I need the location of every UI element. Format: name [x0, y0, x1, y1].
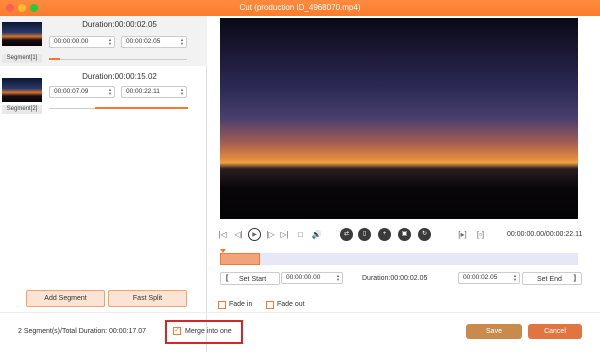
bracket-close-icon: ]	[573, 275, 576, 282]
trim-duration: Duration:00:00:02.05	[362, 275, 428, 282]
segment-item[interactable]: Segment[2] Duration:00:00:15.02 00:00:07…	[0, 68, 207, 118]
cancel-button[interactable]: Cancel	[528, 324, 582, 339]
segment-panel: ✕ ⌃⌄ Segment[1] Duration:00:00:02.05 00:…	[0, 16, 207, 352]
segment-thumbnail	[2, 78, 42, 102]
stepper-icon[interactable]: ▲ ▼	[180, 88, 184, 96]
fade-in-label: Fade in	[229, 301, 253, 308]
stepper-icon[interactable]: ▲ ▼	[336, 274, 340, 282]
fade-out-checkbox[interactable]	[266, 301, 274, 309]
segment-range-fill	[94, 107, 189, 109]
playback-controls: |◁ ◁| ▶ |▷ ▷| □ 🔊 ⇄ ▯ + ▣ ↻ [▸] [▫] 00:0…	[216, 228, 591, 242]
stop-icon[interactable]: □	[294, 228, 307, 241]
set-start-button[interactable]: [ Set Start	[220, 272, 280, 285]
segment-summary: 2 Segment(s)/Total Duration: 00:00:17.07	[18, 328, 147, 335]
add-segment-button[interactable]: Add Segment	[26, 290, 105, 307]
bracket-open-icon: [	[226, 275, 229, 282]
fast-split-button[interactable]: Fast Split	[108, 290, 187, 307]
time-display: 00:00:00.00/00:00:22.11	[507, 231, 583, 238]
set-end-button[interactable]: Set End ]	[522, 272, 582, 285]
merge-checkbox[interactable]: ✓	[173, 327, 181, 335]
volume-icon[interactable]: 🔊	[310, 228, 323, 241]
end-time-field[interactable]: 00:00:02.05 ▲ ▼	[458, 272, 520, 284]
segment-range-fill	[49, 58, 61, 60]
segment-range-track	[49, 59, 187, 60]
skip-to-start-icon[interactable]: |◁	[216, 228, 229, 241]
segment-start-field[interactable]: 00:00:00.00 ▲ ▼	[49, 36, 115, 48]
timeline-bar[interactable]	[220, 249, 578, 265]
mark-out-icon[interactable]: [▫]	[474, 228, 487, 241]
window-title: Cut (production ID_4968070.mp4)	[239, 3, 361, 12]
segment-start-field[interactable]: 00:00:07.09 ▲ ▼	[49, 86, 115, 98]
segment-end-field[interactable]: 00:00:02.05 ▲ ▼	[121, 36, 187, 48]
trim-row: [ Set Start 00:00:00.00 ▲ ▼ Duration:00:00…	[216, 272, 584, 286]
step-forward-icon[interactable]: |▷	[264, 228, 277, 241]
step-back-icon[interactable]: ◁|	[232, 228, 245, 241]
segment-duration: Duration:00:00:02.05	[82, 20, 157, 29]
reset-icon[interactable]: ↻	[418, 228, 431, 241]
stepper-icon[interactable]: ▲ ▼	[108, 88, 112, 96]
fade-in-checkbox[interactable]	[218, 301, 226, 309]
save-button[interactable]: Save	[466, 324, 522, 339]
cut-window: Cut (production ID_4968070.mp4) ✕ ⌃⌄ Seg…	[0, 0, 600, 352]
skip-to-end-icon[interactable]: ▷|	[278, 228, 291, 241]
timeline-selection[interactable]	[220, 253, 260, 265]
copy-icon[interactable]: ▣	[398, 228, 411, 241]
play-icon[interactable]: ▶	[248, 228, 261, 241]
segment-label: Segment[1]	[2, 54, 42, 63]
title-bar: Cut (production ID_4968070.mp4)	[0, 0, 600, 16]
mark-in-icon[interactable]: [▸]	[456, 228, 469, 241]
segment-thumbnail	[2, 22, 42, 46]
playhead-icon[interactable]	[220, 249, 226, 253]
loop-icon[interactable]: ⇄	[340, 228, 353, 241]
segment-end-field[interactable]: 00:00:22.11 ▲ ▼	[121, 86, 187, 98]
stepper-icon[interactable]: ▲ ▼	[513, 274, 517, 282]
segment-duration: Duration:00:00:15.02	[82, 72, 157, 81]
segment-item[interactable]: Segment[1] Duration:00:00:02.05 00:00:00…	[0, 16, 207, 66]
stepper-icon[interactable]: ▲ ▼	[108, 38, 112, 46]
video-preview	[220, 18, 578, 219]
fade-out-label: Fade out	[277, 301, 305, 308]
trash-icon[interactable]: ▯	[358, 228, 371, 241]
stepper-icon[interactable]: ▲ ▼	[180, 38, 184, 46]
merge-label: Merge into one	[185, 328, 232, 335]
segment-label: Segment[2]	[2, 105, 42, 114]
add-icon[interactable]: +	[378, 228, 391, 241]
start-time-field[interactable]: 00:00:00.00 ▲ ▼	[281, 272, 343, 284]
